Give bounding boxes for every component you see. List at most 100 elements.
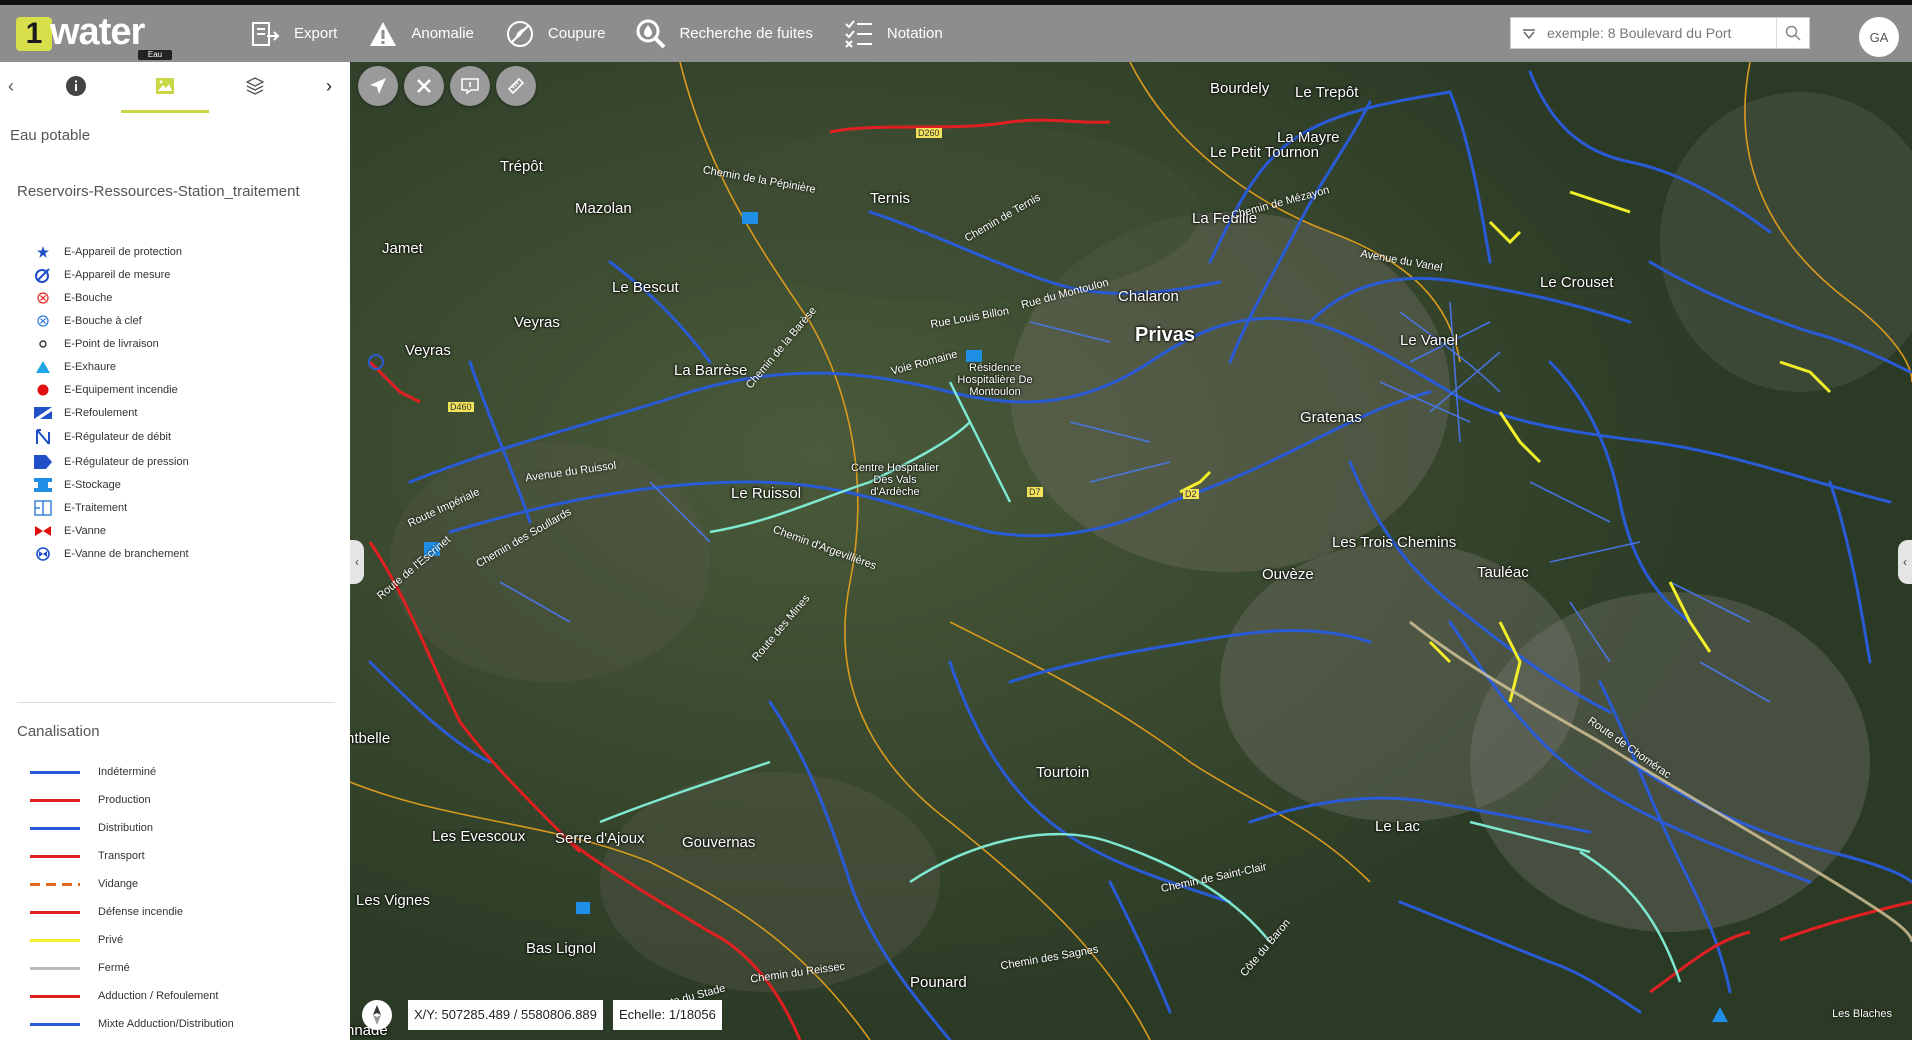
legend-item: E-Régulateur de pression — [30, 452, 189, 472]
right-panel-handle[interactable]: ‹ — [1898, 540, 1912, 584]
pipe-line-swatch — [30, 770, 80, 774]
tab-layers[interactable] — [211, 62, 299, 110]
pipe-legend-label: Privé — [98, 934, 124, 946]
leak-search-button[interactable]: Recherche de fuites — [635, 18, 813, 50]
logo-mark: 1 — [16, 17, 52, 51]
legend-item: E-Refoulement — [30, 403, 137, 423]
sidebar-collapse-handle[interactable]: ‹ — [350, 540, 364, 584]
pipe-line-swatch — [30, 994, 80, 998]
layers-icon — [245, 77, 265, 95]
app-logo[interactable]: 1 water Eau — [16, 11, 176, 60]
legend-item-label: E-Traitement — [64, 502, 128, 514]
flow-regulator-icon — [30, 427, 56, 447]
map-place-label: Serre d'Ajoux — [555, 830, 645, 847]
map-place-label: Le Ruissol — [731, 485, 802, 502]
export-button[interactable]: Export — [250, 18, 337, 50]
clear-button[interactable] — [404, 66, 444, 106]
pipe-legend-item: Défense incendie — [30, 902, 183, 922]
user-avatar[interactable]: GA — [1859, 17, 1899, 57]
coupure-button[interactable]: Coupure — [504, 18, 605, 50]
pipe-legend-label: Vidange — [98, 878, 139, 890]
map-place-label: Veyras — [514, 314, 560, 331]
meter-icon — [30, 265, 56, 285]
legend-item-label: E-Régulateur de débit — [64, 431, 172, 443]
map-place-label: Privas — [1135, 324, 1196, 346]
map-place-label: Pounard — [910, 974, 967, 991]
map-road-label: D260 — [916, 128, 942, 138]
legend-item-label: E-Point de livraison — [64, 338, 159, 350]
treatment-icon — [30, 498, 56, 518]
map-place-label: La Barrèse — [674, 362, 748, 379]
info-icon — [66, 76, 86, 96]
map-place-label: Les Vignes — [356, 892, 430, 909]
ruler-icon — [507, 77, 525, 95]
map-place-label: Gratenas — [1300, 409, 1362, 426]
star-icon — [30, 242, 56, 262]
compass-button[interactable] — [362, 1000, 392, 1030]
map-place-label: Mazolan — [575, 200, 632, 217]
section-title: Eau potable — [10, 127, 91, 144]
pressure-regulator-icon — [30, 452, 56, 472]
pipe-legend-item: Mixte Adduction/Distribution — [30, 1014, 234, 1034]
map-place-label: Trépôt — [500, 158, 543, 175]
legend-item: E-Bouche — [30, 288, 112, 308]
pipe-legend-item: Fermé — [30, 958, 130, 978]
pipe-legend-label: Fermé — [98, 962, 130, 974]
notation-button[interactable]: Notation — [843, 18, 943, 50]
map-place-label: Le Lac — [1375, 818, 1421, 835]
tabs-prev-icon[interactable]: ‹ — [8, 76, 14, 97]
map-view[interactable]: Trépôt Mazolan Jamet Le Bescut Veyras Veyras L… — [350, 62, 1912, 1040]
chevron-left-icon: ‹ — [1903, 555, 1907, 569]
circle-x-red-icon — [30, 288, 56, 308]
sidebar-tabs: ‹ › — [0, 62, 350, 113]
map-place-label: Le Trepôt — [1295, 84, 1359, 101]
map-place-label: Chalaron — [1118, 288, 1179, 305]
annotation-button[interactable] — [450, 66, 490, 106]
pipe-legend-label: Production — [98, 794, 151, 806]
image-icon — [156, 78, 174, 94]
legend-item: E-Vanne de branchement — [30, 544, 189, 564]
storage-icon — [30, 475, 56, 495]
tab-info[interactable] — [32, 62, 120, 110]
pipe-legend-label: Défense incendie — [98, 906, 184, 918]
search-type-dropdown-icon[interactable] — [1521, 26, 1537, 42]
legend-item-label: E-Régulateur de pression — [64, 456, 189, 468]
map-place-label: Ternis — [870, 190, 911, 207]
map-place-label: Le Crouset — [1540, 274, 1614, 291]
pipe-line-swatch — [30, 910, 80, 914]
search-button[interactable] — [1776, 18, 1809, 48]
cut-icon — [504, 18, 536, 50]
close-icon — [417, 79, 431, 93]
legend-item-label: E-Exhaure — [64, 361, 116, 373]
legend-item-label: E-Bouche à clef — [64, 315, 142, 327]
tab-legend[interactable] — [121, 62, 209, 113]
address-search — [1510, 17, 1810, 49]
pipe-line-swatch — [30, 938, 80, 942]
legend-item: E-Point de livraison — [30, 334, 159, 354]
map-place-label: Bas Lignol — [526, 940, 597, 957]
leak-search-label: Recherche de fuites — [679, 25, 813, 42]
map-place-label: Tauléac — [1477, 564, 1529, 581]
legend-item-label: E-Appareil de protection — [64, 246, 183, 258]
legend-item: E-Appareil de mesure — [30, 265, 170, 285]
map-place-label: Bourdely — [1210, 80, 1270, 97]
legend-item: E-Bouche à clef — [30, 311, 142, 331]
search-input[interactable] — [1547, 18, 1767, 48]
top-nav: Export Anomalie Coupure Recherche de fui… — [250, 5, 973, 62]
pipe-line-swatch — [30, 1022, 80, 1026]
red-dot-icon — [30, 380, 56, 400]
scale-readout: Echelle: 1/18056 — [613, 1000, 722, 1030]
locate-button[interactable] — [358, 66, 398, 106]
warning-icon — [367, 18, 399, 50]
map-place-label: Les Evescoux — [432, 828, 526, 845]
map-place-label: Ouvèze — [1262, 566, 1314, 583]
pipe-legend-item: Distribution — [30, 818, 153, 838]
top-bar: 1 water Eau Export Anomalie Coupure Rech… — [0, 0, 1912, 62]
measure-button[interactable] — [496, 66, 536, 106]
legend-item: E-Régulateur de débit — [30, 427, 171, 447]
branch-valve-icon — [30, 544, 56, 564]
tabs-next-icon[interactable]: › — [326, 76, 332, 97]
export-label: Export — [294, 25, 338, 42]
pipe-legend-item: Vidange — [30, 874, 138, 894]
anomalie-button[interactable]: Anomalie — [367, 18, 474, 50]
